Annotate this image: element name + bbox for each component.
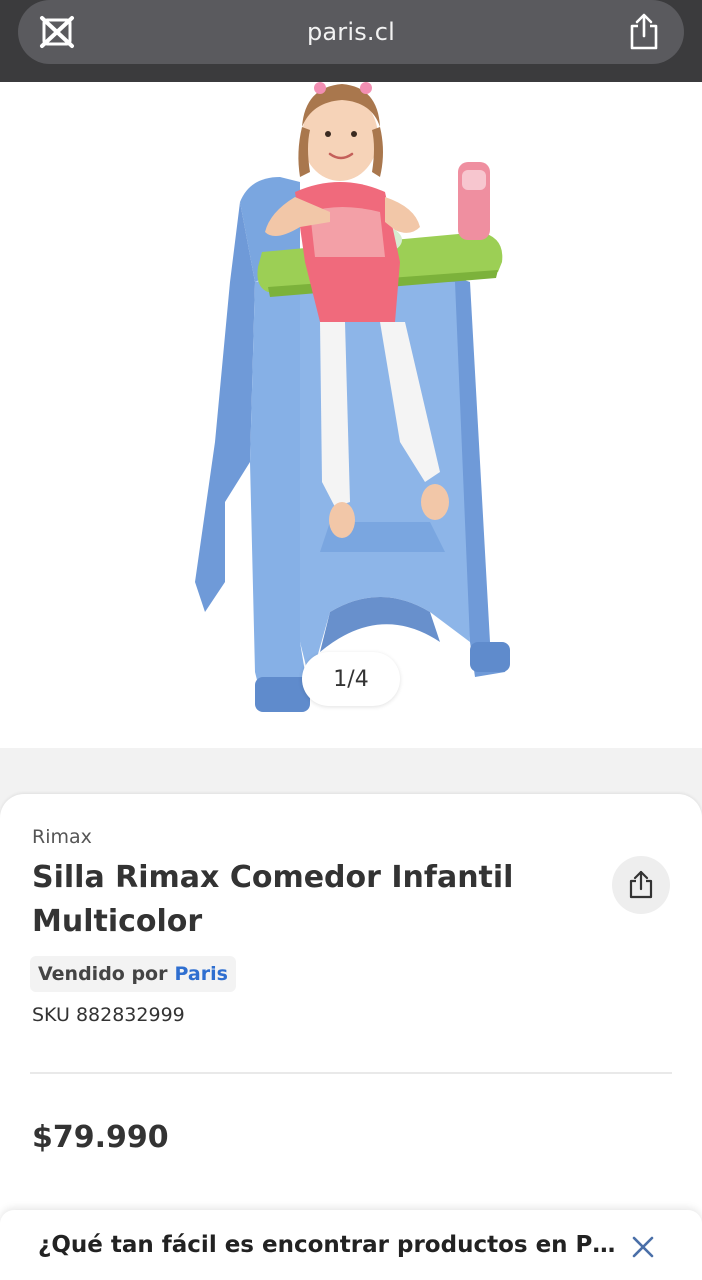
- product-info-card: Rimax Silla Rimax Comedor Infantil Multi…: [0, 794, 702, 1280]
- survey-question[interactable]: ¿Qué tan fácil es encontrar productos en…: [38, 1232, 615, 1258]
- browser-toolbar: paris.cl: [0, 0, 702, 82]
- product-image[interactable]: [0, 82, 702, 748]
- share-button[interactable]: [612, 856, 670, 914]
- product-title: Silla Rimax Comedor Infantil Multicolor: [32, 860, 514, 939]
- section-gap: [0, 748, 702, 798]
- address-bar[interactable]: paris.cl: [18, 0, 684, 64]
- url-text: paris.cl: [306, 18, 396, 46]
- seller-link[interactable]: Paris: [174, 963, 227, 985]
- product-brand[interactable]: Rimax: [32, 826, 92, 848]
- tab-close-icon[interactable]: [38, 14, 76, 50]
- image-counter: 1/4: [302, 652, 400, 706]
- close-icon[interactable]: [632, 1236, 654, 1258]
- seller-badge: Vendido por Paris: [30, 956, 236, 992]
- product-price: $79.990: [32, 1120, 169, 1155]
- product-sku: SKU 882832999: [32, 1004, 185, 1026]
- share-icon: [629, 870, 653, 899]
- share-icon[interactable]: [626, 12, 662, 52]
- product-gallery[interactable]: 1/4: [0, 82, 702, 748]
- seller-prefix: Vendido por: [38, 963, 168, 985]
- divider: [30, 1072, 672, 1074]
- survey-banner[interactable]: ¿Qué tan fácil es encontrar productos en…: [0, 1210, 702, 1280]
